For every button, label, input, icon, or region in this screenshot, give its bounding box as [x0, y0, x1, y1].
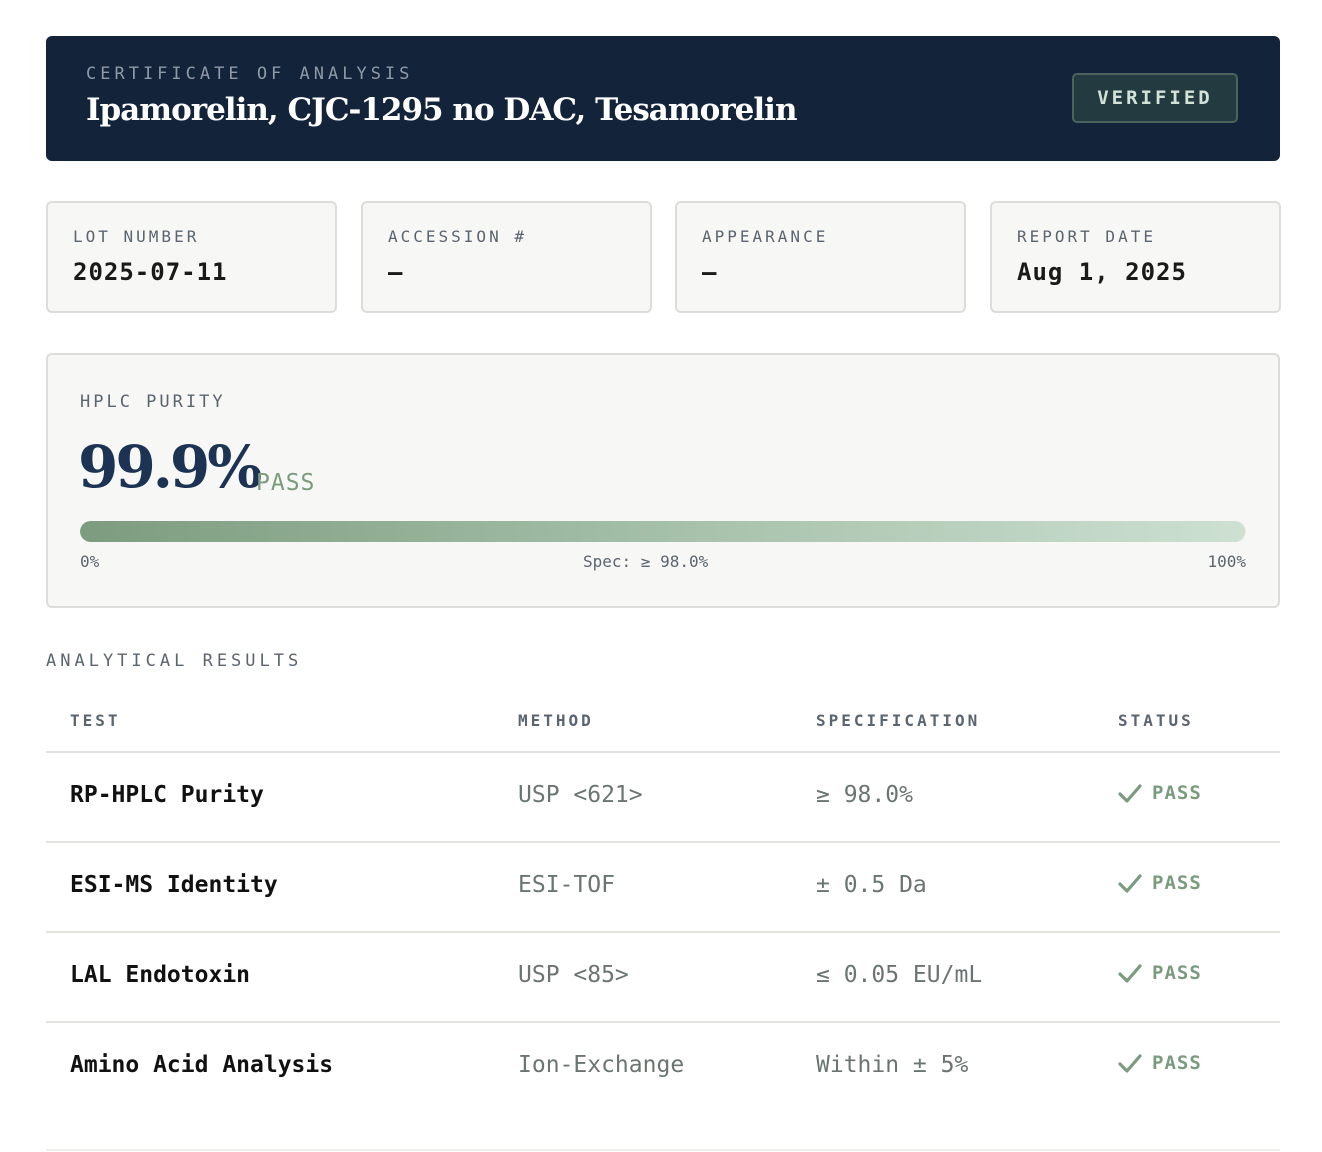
- purity-value: 99.9%: [78, 433, 262, 501]
- test-specification: ≥ 98.0%: [816, 782, 913, 808]
- table-row: LAL Endotoxin USP <85> ≤ 0.05 EU/mL PASS: [46, 932, 1280, 1022]
- table-bottom-divider: [46, 1149, 1280, 1151]
- report-date-label: REPORT DATE: [1017, 227, 1156, 246]
- column-header-test: TEST: [70, 711, 121, 730]
- scale-min-label: 0%: [80, 552, 100, 571]
- test-status: PASS: [1118, 1052, 1202, 1074]
- lot-number-value: 2025-07-11: [73, 258, 228, 286]
- accession-label: ACCESSION #: [388, 227, 527, 246]
- lot-number-label: LOT NUMBER: [73, 227, 200, 246]
- status-label: PASS: [1152, 872, 1202, 894]
- test-method: Ion-Exchange: [518, 1052, 685, 1078]
- status-label: PASS: [1152, 782, 1202, 804]
- check-icon: [1118, 1054, 1142, 1073]
- status-label: PASS: [1152, 1052, 1202, 1074]
- report-date-value: Aug 1, 2025: [1017, 258, 1187, 286]
- results-section-title: ANALYTICAL RESULTS: [46, 651, 303, 671]
- table-row: ESI-MS Identity ESI-TOF ± 0.5 Da PASS: [46, 842, 1280, 932]
- certificate-header: CERTIFICATE OF ANALYSIS Ipamorelin, CJC-…: [46, 36, 1280, 161]
- scale-max-label: 100%: [1207, 552, 1246, 571]
- table-row: RP-HPLC Purity USP <621> ≥ 98.0% PASS: [46, 752, 1280, 842]
- purity-label: HPLC PURITY: [80, 392, 226, 412]
- column-header-status: STATUS: [1118, 711, 1194, 730]
- hplc-purity-panel: HPLC PURITY 99.9% PASS 0% Spec: ≥ 98.0% …: [46, 353, 1280, 608]
- column-header-specification: SPECIFICATION: [816, 711, 981, 730]
- test-method: ESI-TOF: [518, 872, 615, 898]
- test-status: PASS: [1118, 962, 1202, 984]
- test-method: USP <85>: [518, 962, 629, 988]
- appearance-label: APPEARANCE: [702, 227, 829, 246]
- lot-number-card: LOT NUMBER 2025-07-11: [46, 201, 337, 313]
- test-status: PASS: [1118, 782, 1202, 804]
- test-specification: ± 0.5 Da: [816, 872, 927, 898]
- appearance-value: —: [702, 258, 718, 286]
- table-row: Amino Acid Analysis Ion-Exchange Within …: [46, 1022, 1280, 1112]
- appearance-card: APPEARANCE —: [675, 201, 966, 313]
- column-header-method: METHOD: [518, 711, 594, 730]
- test-method: USP <621>: [518, 782, 643, 808]
- accession-card: ACCESSION # —: [361, 201, 652, 313]
- purity-progress-fill: [80, 521, 1245, 542]
- test-name: RP-HPLC Purity: [70, 782, 264, 808]
- accession-value: —: [388, 258, 404, 286]
- verified-badge: VERIFIED: [1072, 73, 1238, 123]
- test-status: PASS: [1118, 872, 1202, 894]
- report-date-card: REPORT DATE Aug 1, 2025: [990, 201, 1281, 313]
- header-eyebrow: CERTIFICATE OF ANALYSIS: [86, 64, 414, 84]
- spec-label: Spec: ≥ 98.0%: [583, 552, 709, 571]
- test-specification: Within ± 5%: [816, 1052, 969, 1078]
- check-icon: [1118, 784, 1142, 803]
- test-name: LAL Endotoxin: [70, 962, 251, 988]
- status-label: PASS: [1152, 962, 1202, 984]
- product-title: Ipamorelin, CJC-1295 no DAC, Tesamorelin: [86, 92, 797, 128]
- test-specification: ≤ 0.05 EU/mL: [816, 962, 983, 988]
- check-icon: [1118, 964, 1142, 983]
- check-icon: [1118, 874, 1142, 893]
- purity-status: PASS: [256, 470, 316, 496]
- test-name: ESI-MS Identity: [70, 872, 278, 898]
- test-name: Amino Acid Analysis: [70, 1052, 334, 1078]
- purity-progress-track: [80, 521, 1246, 542]
- certificate-page: CERTIFICATE OF ANALYSIS Ipamorelin, CJC-…: [0, 0, 1322, 1152]
